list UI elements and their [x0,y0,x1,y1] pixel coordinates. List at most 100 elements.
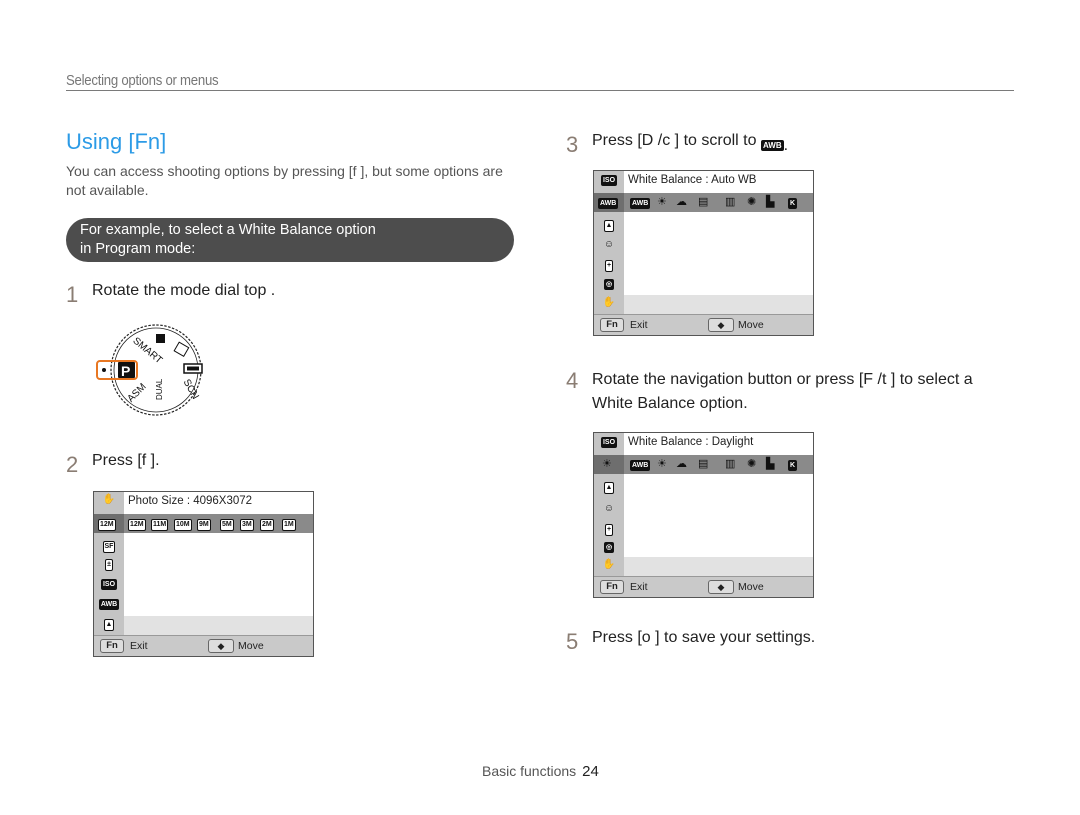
size-option-2m[interactable]: 2M [260,517,274,531]
size-option-10m[interactable]: 10M [174,517,192,531]
step-number: 3 [566,132,579,157]
step-text: Rotate the navigation button or press [F… [592,371,973,412]
header-divider [66,90,1014,91]
mode-dial: SMART SCN DUAL ASM P [96,318,226,428]
size-option-1m[interactable]: 1M [282,517,296,531]
screen-bottom-bar: Fn Exit ◆ Move [594,576,813,597]
move-label: Move [738,581,764,593]
step-number: 2 [66,452,79,477]
camera-screen-wb-daylight: ISO ▲ ☺ + ◎ ✋ White Balance : Daylight ☀… [593,432,814,598]
wb-fluorescent-l-icon[interactable]: ▥ [725,196,735,209]
example-line-1: For example, to select a White Balance o… [80,222,376,238]
wb-fluorescent-l-icon[interactable]: ▥ [725,458,735,471]
option-row: 12M 12M 11M 10M 9M 5M 3M 2M 1M [94,514,313,533]
iso-icon: ISO [100,579,118,590]
af-area-icon: + [598,523,620,536]
ois-hand-icon: ✋ [102,494,116,505]
dial-indicator-dot [102,368,106,372]
selected-wb-daylight-icon[interactable]: ☀ [602,458,612,471]
wb-kelvin-icon[interactable]: K [788,196,798,209]
wb-daylight-icon[interactable]: ☀ [657,458,667,471]
step-5: 5 Press [o ] to save your settings. [566,629,815,655]
wb-custom-icon[interactable]: ▙ [766,196,774,209]
step-text: Press [f ]. [92,452,160,469]
option-row: AWB AWB ☀ ☁ ▤ ▥ ✺ ▙ K [594,193,813,212]
size-option-11m[interactable]: 11M [151,517,169,531]
screen-bottom-bar: Fn Exit ◆ Move [94,635,313,656]
selected-photo-size-icon[interactable]: 12M [98,517,116,531]
exit-label: Exit [630,581,648,593]
intro-text: You can access shooting options by press… [66,163,503,198]
option-row: ☀ AWB ☀ ☁ ▤ ▥ ✺ ▙ K [594,455,813,474]
step-1: 1 Rotate the mode dial top . [66,282,275,308]
iso-icon: ISO [600,175,618,186]
page-title: Using [Fn] [66,129,167,154]
wb-daylight-icon[interactable]: ☀ [657,196,667,209]
step-text: Rotate the mode dial top . [92,282,276,299]
size-option-5m[interactable]: 5M [220,517,234,531]
step-text: Press [o ] to save your settings. [592,629,816,646]
wb-custom-icon[interactable]: ▙ [766,458,774,471]
step-number: 5 [566,629,579,654]
wb-cloudy-icon[interactable]: ☁ [676,196,687,209]
dial-label-dual: DUAL [155,378,164,400]
fn-key[interactable]: Fn [100,639,124,653]
camera-screen-photo-size: ✋ SF ± ISO AWB ▲ Photo Size : 4096X3072 … [93,491,314,657]
white-balance-icon: AWB [98,599,120,610]
photo-style-icon: ▲ [598,481,620,494]
wb-fluorescent-h-icon[interactable]: ▤ [698,458,708,471]
navigation-key-icon[interactable]: ◆ [708,318,734,332]
wb-kelvin-icon[interactable]: K [788,458,798,471]
wb-tungsten-icon[interactable]: ✺ [747,458,756,471]
metering-icon: ◎ [603,542,615,553]
exit-label: Exit [630,319,648,331]
af-area-icon: + [598,259,620,272]
ois-hand-icon: ✋ [602,559,616,570]
page-footer: Basic functions 24 [482,763,599,780]
ois-hand-icon: ✋ [602,297,616,308]
selected-wb-icon[interactable]: AWB [598,196,619,209]
dial-movie-icon [156,334,165,343]
quality-icon: SF [98,540,120,553]
page-number: 24 [582,763,599,780]
step-text: Press [D /c ] to scroll to [592,132,757,149]
fn-key[interactable]: Fn [600,580,624,594]
move-label: Move [238,640,264,652]
step-4: 4 Rotate the navigation button or press [… [566,368,1012,416]
wb-fluorescent-h-icon[interactable]: ▤ [698,196,708,209]
metering-icon: ◎ [603,279,615,290]
wb-option-awb[interactable]: AWB [630,458,651,471]
exposure-icon: ± [98,558,120,571]
iso-icon: ISO [600,437,618,448]
face-detect-off-icon: ☺ [603,503,615,514]
camera-screen-wb-auto: ISO ▲ ☺ + ◎ ✋ White Balance : Auto WB AW… [593,170,814,336]
footer-section: Basic functions [482,763,577,779]
photo-style-icon: ▲ [98,618,120,631]
step-2: 2 Press [f ]. [66,452,160,478]
photo-style-icon: ▲ [598,219,620,232]
move-label: Move [738,319,764,331]
fn-key[interactable]: Fn [600,318,624,332]
screen-caption: White Balance : Daylight [628,436,754,448]
size-option-12m[interactable]: 12M [128,517,146,531]
screen-caption: White Balance : Auto WB [628,174,757,186]
face-detect-off-icon: ☺ [603,239,615,250]
section-header: Selecting options or menus [66,72,219,89]
awb-icon: AWB [760,140,784,151]
size-option-3m[interactable]: 3M [240,517,254,531]
example-banner: For example, to select a White Balance o… [66,218,514,262]
screen-caption: Photo Size : 4096X3072 [128,495,253,507]
navigation-key-icon[interactable]: ◆ [708,580,734,594]
step-number: 4 [566,368,579,393]
screen-bottom-bar: Fn Exit ◆ Move [594,314,813,335]
example-line-2: in Program mode: [80,241,196,257]
wb-tungsten-icon[interactable]: ✺ [747,196,756,209]
navigation-key-icon[interactable]: ◆ [208,639,234,653]
dial-selected-label: P [121,363,130,379]
step-number: 1 [66,282,79,307]
exit-label: Exit [130,640,148,652]
size-option-9m[interactable]: 9M [197,517,211,531]
step-3: 3 Press [D /c ] to scroll to AWB. [566,132,789,157]
wb-option-awb[interactable]: AWB [630,196,651,209]
wb-cloudy-icon[interactable]: ☁ [676,458,687,471]
